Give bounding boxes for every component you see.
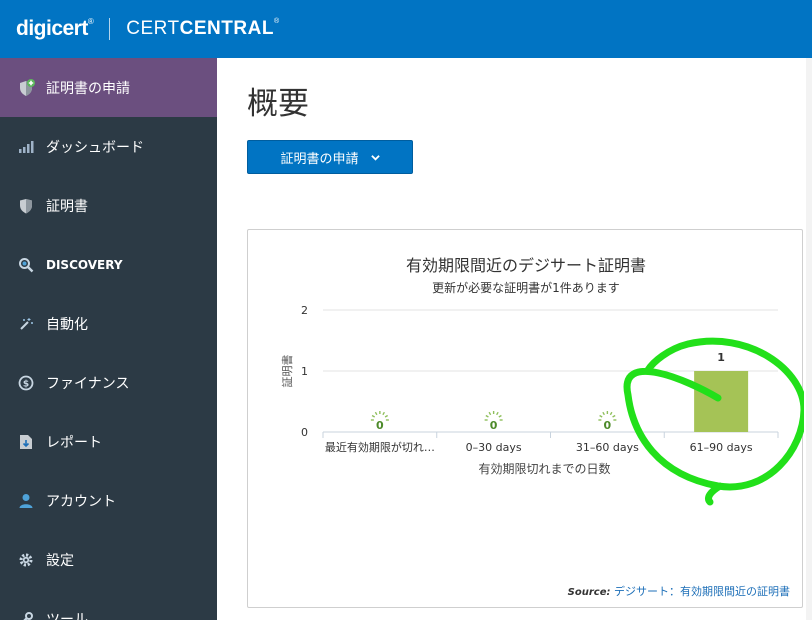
- sidebar-item-label: ファイナンス: [46, 375, 130, 392]
- bar-chart-icon: [17, 138, 35, 156]
- sidebar-item-request-certificate[interactable]: 証明書の申請: [0, 58, 217, 117]
- sidebar-item-label: ダッシュボード: [46, 139, 144, 156]
- page-title: 概要: [247, 86, 309, 122]
- shield-plus-icon: [17, 78, 35, 97]
- report-download-icon: [17, 433, 35, 451]
- sidebar-item-label: アカウント: [46, 493, 116, 510]
- zero-marker-ray: [384, 414, 389, 418]
- top-header: digicert® CERTCENTRAL®: [0, 0, 812, 58]
- x-tick-label: 31–60 days: [576, 441, 639, 454]
- scrollbar[interactable]: [806, 58, 812, 620]
- shield-icon: [17, 197, 35, 215]
- zero-marker-ray: [371, 414, 376, 418]
- wrench-icon: [17, 610, 35, 620]
- sidebar-item-reports[interactable]: レポート: [0, 412, 217, 471]
- sidebar-item-label: 自動化: [46, 316, 88, 333]
- sidebar-item-label: 設定: [46, 552, 74, 569]
- bar-data-label: 0: [604, 419, 612, 432]
- search-icon: [17, 256, 35, 274]
- zero-marker-ray: [609, 411, 613, 416]
- certcentral-logo: CERTCENTRAL®: [126, 18, 280, 39]
- sidebar-item-account[interactable]: アカウント: [0, 471, 217, 530]
- sidebar-item-label: 証明書の申請: [46, 80, 130, 97]
- bar: [694, 371, 749, 432]
- sidebar-item-dashboard[interactable]: ダッシュボード: [0, 117, 217, 176]
- zero-marker-ray: [374, 411, 378, 416]
- sidebar-item-label: ツール: [46, 611, 88, 620]
- zero-marker-ray: [599, 414, 603, 418]
- zero-marker-ray: [602, 411, 605, 416]
- zero-marker-ray: [382, 411, 385, 416]
- sidebar-item-settings[interactable]: 設定: [0, 530, 217, 589]
- sidebar-item-automation[interactable]: 自動化: [0, 294, 217, 353]
- sidebar-item-tools[interactable]: ツール: [0, 589, 217, 620]
- zero-marker-ray: [485, 414, 489, 418]
- y-axis-title: 証明書: [280, 355, 294, 388]
- x-tick-label: 0–30 days: [466, 441, 522, 454]
- digicert-logo[interactable]: digicert®: [16, 17, 94, 41]
- x-tick-label: 最近有効期限が切れ…: [325, 440, 435, 454]
- expiring-certificates-card: 有効期限間近のデジサート証明書 更新が必要な証明書が1件あります 0 1 2 証明書最…: [247, 229, 804, 608]
- user-icon: [17, 492, 35, 510]
- svg-text:$: $: [23, 379, 29, 389]
- y-tick-label: 0: [301, 426, 308, 439]
- main-content: 概要 証明書の申請 有効期限間近のデジサート証明書 更新が必要な証明書が1件あり…: [217, 58, 812, 620]
- sidebar-item-certificates[interactable]: 証明書: [0, 176, 217, 235]
- bar-data-label: 1: [717, 351, 725, 364]
- zero-marker-ray: [612, 414, 616, 418]
- sidebar-item-discovery[interactable]: DISCOVERY: [0, 235, 217, 294]
- y-tick-label: 2: [301, 304, 308, 317]
- zero-marker-ray: [498, 414, 502, 418]
- request-certificate-label: 証明書の申請: [280, 151, 359, 167]
- source-label: Source:: [567, 587, 611, 598]
- expiring-certificates-chart: 0 1 2 証明書最近有効期限が切れ… 0 0–30 days 0 31–60 days 0 61…: [280, 304, 804, 506]
- sidebar-item-finance[interactable]: $ ファイナンス: [0, 353, 217, 412]
- zero-marker-ray: [496, 411, 499, 416]
- sidebar: 証明書の申請 ダッシュボード 証明書 DISCOVERY 自動化 $ ファイナン…: [0, 58, 217, 620]
- gear-icon: [17, 551, 35, 569]
- source-link[interactable]: デジサート：有効期限間近の証明書: [614, 585, 790, 598]
- bar-data-label: 0: [490, 419, 498, 432]
- zero-marker-ray: [488, 411, 492, 416]
- x-tick-label: 61–90 days: [690, 441, 753, 454]
- logo-divider: [109, 18, 111, 40]
- dollar-icon: $: [17, 374, 35, 392]
- chevron-down-icon: [370, 154, 380, 161]
- sidebar-item-label: 証明書: [46, 198, 88, 215]
- sidebar-item-label: DISCOVERY: [46, 257, 123, 272]
- bar-data-label: 0: [376, 419, 384, 432]
- y-tick-label: 1: [301, 365, 308, 378]
- request-certificate-button[interactable]: 証明書の申請: [247, 140, 413, 174]
- sidebar-item-label: レポート: [46, 434, 102, 451]
- chart-source: Source: デジサート：有効期限間近の証明書: [568, 583, 790, 599]
- x-axis-title: 有効期限切れまでの日数: [478, 461, 610, 476]
- magic-wand-icon: [17, 315, 35, 333]
